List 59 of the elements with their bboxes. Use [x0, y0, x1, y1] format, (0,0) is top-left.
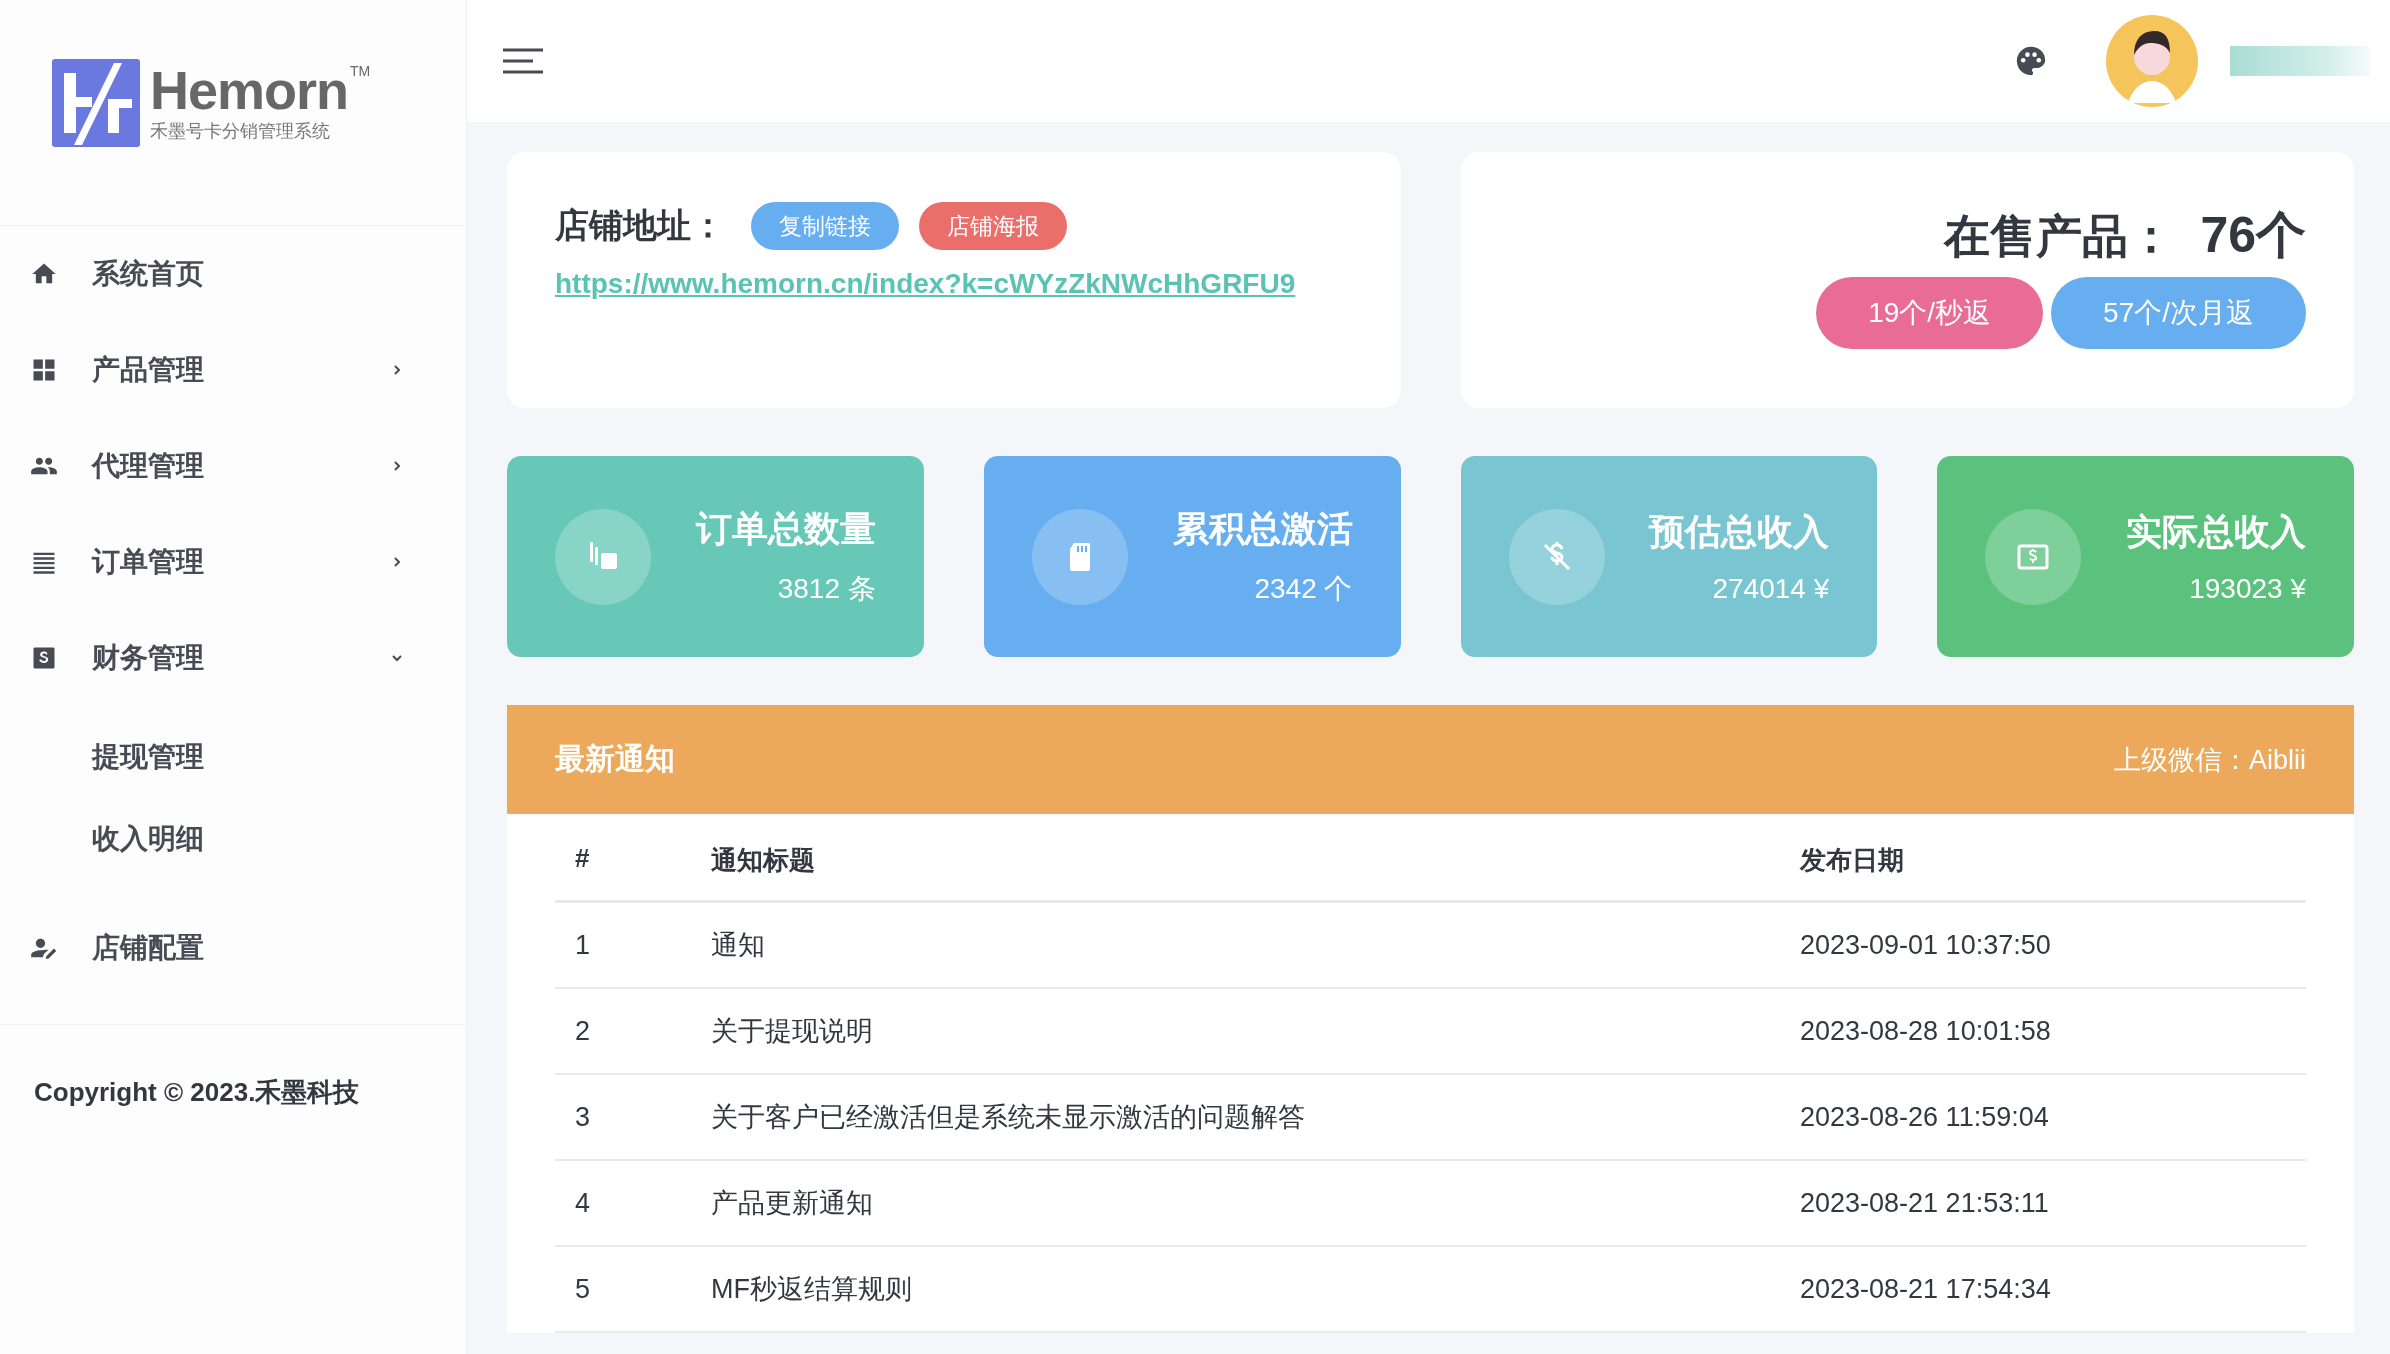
- logo-name: Hemorn: [150, 62, 349, 117]
- menu-label: 订单管理: [92, 545, 204, 579]
- menu-label: 系统首页: [92, 257, 204, 291]
- table-cell: 5: [555, 1246, 710, 1332]
- sidebar-item[interactable]: 财务管理: [0, 610, 466, 706]
- notice-link[interactable]: 关于提现说明: [710, 988, 1799, 1074]
- trademark: TM: [350, 62, 371, 79]
- table-cell: 2023-09-01 10:37:50: [1799, 901, 2306, 988]
- logo-subtitle: 禾墨号卡分销管理系统: [150, 119, 331, 143]
- notice-link[interactable]: 关于客户已经激活但是系统未显示激活的问题解答: [710, 1074, 1799, 1160]
- palette-icon[interactable]: [2014, 44, 2048, 78]
- sd-card-icon: [1031, 508, 1128, 605]
- products-count: 76个: [2200, 206, 2306, 265]
- sidebar-item[interactable]: 店铺配置: [0, 900, 466, 996]
- stat-value: 274014 ¥: [1712, 573, 1830, 605]
- menu-label: 财务管理: [92, 641, 204, 675]
- copyright-text: Copyright © 2023.禾墨科技: [34, 1077, 360, 1107]
- column-header: #: [555, 842, 710, 902]
- table-cell: 4: [555, 1160, 710, 1246]
- notice-link[interactable]: 通知: [710, 901, 1799, 988]
- table-cell: 2023-08-21 17:54:34: [1799, 1246, 2306, 1332]
- product-count-badge: 19个/秒返: [1816, 277, 2044, 349]
- stat-title: 订单总数量: [695, 507, 876, 551]
- sidebar-item[interactable]: 订单管理: [0, 514, 466, 610]
- notice-title: 最新通知: [555, 741, 675, 777]
- table-cell: 1: [555, 901, 710, 988]
- submenu-item[interactable]: 收入明细: [92, 798, 204, 880]
- stat-title: 实际总收入: [2126, 510, 2306, 554]
- no-dollar-icon: [1508, 508, 1605, 605]
- notice-link[interactable]: 产品更新通知: [710, 1160, 1799, 1246]
- store-address-label: 店铺地址：: [555, 205, 725, 246]
- column-header: 通知标题: [710, 842, 1799, 902]
- notice-link[interactable]: MF秒返结算规则: [710, 1246, 1799, 1332]
- sidebar-item[interactable]: 产品管理: [0, 322, 466, 418]
- sidebar-item[interactable]: 代理管理: [0, 418, 466, 514]
- money-icon: [1985, 508, 2082, 605]
- table-cell: 3: [555, 1074, 710, 1160]
- table-cell: 2023-08-26 11:59:04: [1799, 1074, 2306, 1160]
- copy-icon: [555, 508, 651, 605]
- table-cell: 2: [555, 988, 710, 1074]
- products-label: 在售产品：: [1944, 209, 2175, 264]
- stat-value: 3812 条: [777, 572, 876, 606]
- stat-value: 2342 个: [1254, 572, 1353, 606]
- stat-title: 预估总收入: [1649, 510, 1830, 554]
- menu-icon[interactable]: [503, 47, 543, 75]
- table-cell: 2023-08-28 10:01:58: [1799, 988, 2306, 1074]
- logo-mark-icon: [52, 58, 140, 147]
- product-count-badge: 57个/次月返: [2051, 277, 2306, 349]
- stat-title: 累积总激活: [1172, 507, 1353, 551]
- sidebar-item[interactable]: 系统首页: [0, 226, 466, 322]
- contact-text: 上级微信：Aiblii: [2113, 743, 2306, 777]
- menu-label: 代理管理: [92, 449, 204, 483]
- column-header: 发布日期: [1799, 842, 2306, 902]
- menu-label: 店铺配置: [92, 931, 204, 965]
- avatar-icon[interactable]: [2106, 15, 2198, 107]
- stat-value: 193023 ¥: [2189, 573, 2306, 605]
- menu-label: 产品管理: [92, 353, 204, 387]
- submenu-item[interactable]: 提现管理: [92, 716, 204, 798]
- table-cell: 2023-08-21 21:53:11: [1799, 1160, 2306, 1246]
